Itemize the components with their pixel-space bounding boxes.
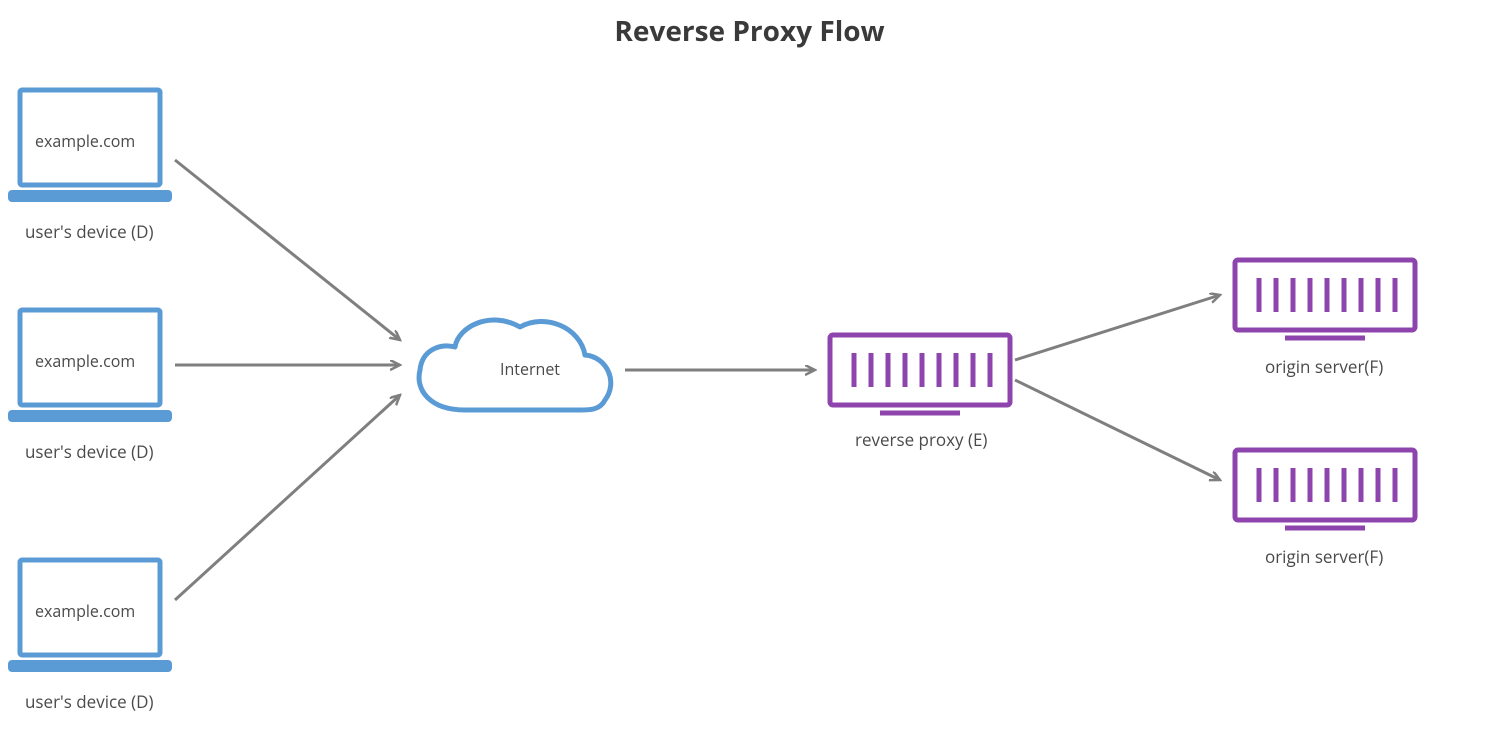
laptop-screen-text: example.com xyxy=(35,600,135,622)
device-label: user's device (D) xyxy=(25,440,153,463)
reverse-proxy-label: reverse proxy (E) xyxy=(855,428,987,451)
flow-arrow xyxy=(1015,295,1220,360)
cloud-label: Internet xyxy=(500,358,560,380)
origin-server-label: origin server(F) xyxy=(1265,545,1383,568)
origin-server-label: origin server(F) xyxy=(1265,355,1383,378)
server-icon xyxy=(1235,450,1415,528)
flow-arrow xyxy=(175,160,400,340)
flow-arrow xyxy=(1015,380,1220,480)
laptop-screen-text: example.com xyxy=(35,130,135,152)
server-icon xyxy=(830,335,1010,413)
server-icon xyxy=(1235,260,1415,338)
device-label: user's device (D) xyxy=(25,220,153,243)
laptop-screen-text: example.com xyxy=(35,350,135,372)
device-label: user's device (D) xyxy=(25,690,153,713)
flow-arrow xyxy=(175,395,400,600)
